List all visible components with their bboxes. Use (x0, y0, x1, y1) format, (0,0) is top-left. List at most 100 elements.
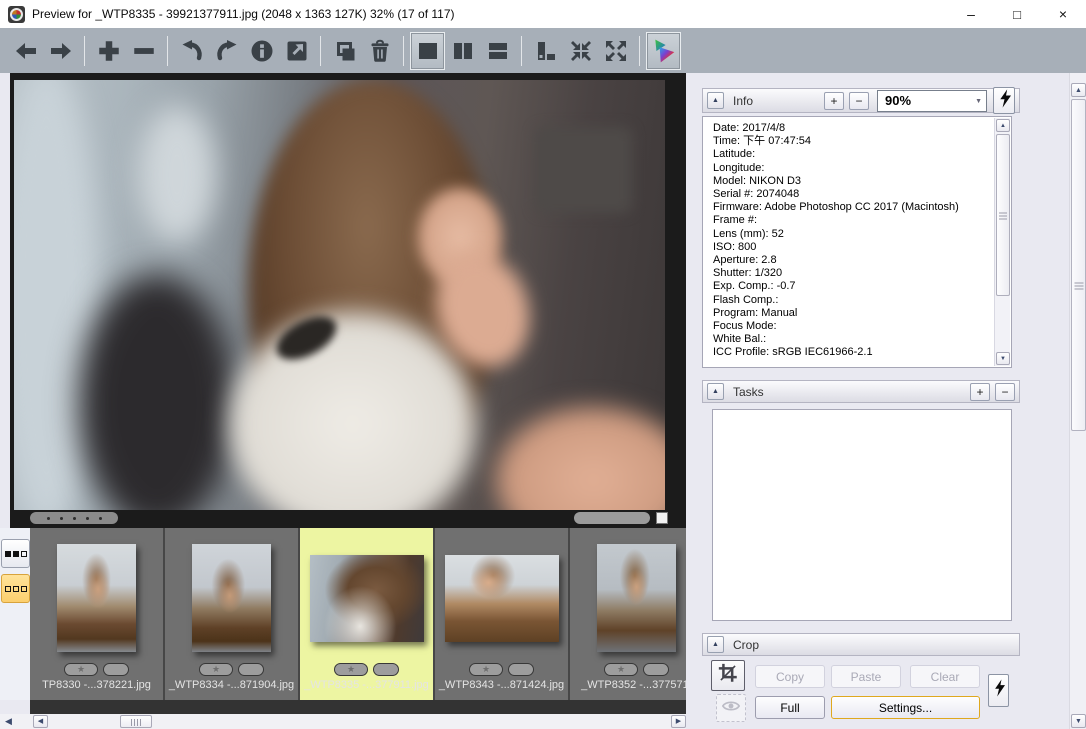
info-line: Longitude: (713, 162, 989, 175)
star-pill[interactable]: ★ (64, 663, 98, 676)
arrow-right-icon (49, 39, 73, 63)
star-pill[interactable]: ★ (334, 663, 368, 676)
crop-panel-title: Crop (733, 638, 759, 652)
crop-full-button[interactable]: Full (755, 696, 825, 719)
filmstrip-mode-outline-button[interactable] (1, 574, 30, 603)
info-button[interactable] (244, 32, 279, 70)
actual-size-button[interactable] (598, 32, 633, 70)
previous-image-button[interactable] (8, 32, 43, 70)
crop-copy-button[interactable]: Copy (755, 665, 825, 688)
scroll-down-button[interactable]: ▼ (996, 352, 1010, 365)
thumbnail-image[interactable] (597, 544, 676, 652)
tasks-add-button[interactable]: + (970, 383, 990, 401)
crop-preview-button[interactable] (716, 694, 746, 722)
thumbnail-image[interactable] (57, 544, 136, 652)
star-pill[interactable]: ★ (469, 663, 503, 676)
thumbnail-image[interactable] (192, 544, 271, 652)
info-remove-button[interactable]: − (849, 92, 869, 110)
star-pill[interactable]: ★ (604, 663, 638, 676)
preview-scroll-thumb[interactable] (574, 512, 650, 524)
info-line: Latitude: (713, 148, 989, 161)
view-single-button[interactable] (410, 32, 445, 70)
blank-pill[interactable] (103, 663, 129, 676)
close-button[interactable]: × (1040, 0, 1086, 28)
collapse-info-button[interactable]: ▲ (707, 92, 724, 109)
zoom-out-button[interactable] (126, 32, 161, 70)
crop-clear-button[interactable]: Clear (910, 665, 980, 688)
tasks-remove-button[interactable]: − (995, 383, 1015, 401)
filmstrip-mode-mixed-button[interactable] (1, 539, 30, 568)
delete-button[interactable] (362, 32, 397, 70)
panel-scrollbar: ▲ ▼ (1069, 73, 1086, 729)
thumb-filename: TP8330 -...378221.jpg (42, 679, 151, 691)
crop-lightning-button[interactable] (988, 674, 1009, 707)
rating-dots[interactable] (30, 512, 118, 524)
filmstrip-thumbnail[interactable]: ★ _WTP8343 -...871424.jpg (435, 528, 568, 700)
filmstrip-thumbnail[interactable]: ★ _WTP8335 -...377911.jpg (300, 528, 433, 700)
lightning-icon (998, 89, 1011, 113)
trash-icon (368, 39, 392, 63)
minimize-button[interactable]: – (948, 0, 994, 28)
blank-pill[interactable] (508, 663, 534, 676)
toolbar-separator (84, 36, 85, 66)
collapse-crop-button[interactable]: ▲ (707, 636, 724, 653)
collapse-left-icon[interactable]: ◀ (5, 716, 12, 727)
view-two-rows-button[interactable] (480, 32, 515, 70)
filmstrip-thumbnail[interactable]: ★ _WTP8352 -...377571. (570, 528, 686, 700)
single-pane-icon (416, 39, 440, 63)
star-icon: ★ (347, 665, 355, 674)
export-button[interactable] (279, 32, 314, 70)
plus-icon (96, 38, 122, 64)
info-scroll-thumb[interactable] (996, 134, 1010, 296)
scroll-up-button[interactable]: ▲ (996, 119, 1010, 132)
info-line: Serial #: 2074048 (713, 188, 989, 201)
toolbar-separator (320, 36, 321, 66)
preview-image[interactable] (14, 80, 665, 510)
thumbnail-tag-pills: ★ (334, 663, 399, 676)
zoom-in-button[interactable] (91, 32, 126, 70)
two-rows-icon (486, 39, 510, 63)
maximize-button[interactable]: □ (994, 0, 1040, 28)
next-image-button[interactable] (43, 32, 78, 70)
toolbar-separator (403, 36, 404, 66)
view-two-up-button[interactable] (445, 32, 480, 70)
layout-position-button[interactable] (528, 32, 563, 70)
filmstrip-scroll-thumb[interactable] (120, 715, 152, 728)
info-lightning-button[interactable] (993, 87, 1015, 114)
thumbnail-tag-pills: ★ (604, 663, 669, 676)
eye-icon (722, 699, 740, 718)
filmstrip-thumbnails: ★ TP8330 -...378221.jpg ★ _WTP8334 -...8… (30, 528, 686, 700)
star-pill[interactable]: ★ (199, 663, 233, 676)
filmstrip-thumbnail[interactable]: ★ _WTP8334 -...871904.jpg (165, 528, 298, 700)
crop-settings-button[interactable]: Settings... (831, 696, 980, 719)
blank-pill[interactable] (373, 663, 399, 676)
info-line: Exp. Comp.: -0.7 (713, 280, 989, 293)
copy-button[interactable] (327, 32, 362, 70)
thumbnail-image[interactable] (445, 555, 559, 642)
arrows-outward-icon (604, 39, 628, 63)
blank-pill[interactable] (643, 663, 669, 676)
scroll-left-button[interactable]: ◀ (33, 715, 48, 728)
scroll-down-button[interactable]: ▼ (1071, 714, 1086, 728)
color-management-button[interactable] (646, 32, 681, 70)
filmstrip-gutter (0, 528, 30, 700)
info-line: Flash Comp.: (713, 294, 989, 307)
rotate-left-button[interactable] (174, 32, 209, 70)
rotate-right-icon (215, 39, 239, 63)
thumbnail-image[interactable] (310, 555, 424, 642)
scroll-right-button[interactable]: ▶ (671, 715, 686, 728)
zoom-level-combobox[interactable]: 90% ▼ (877, 90, 987, 112)
crop-panel-header: ▲ Crop (702, 633, 1020, 656)
panel-scroll-thumb[interactable] (1071, 99, 1086, 431)
collapse-tasks-button[interactable]: ▲ (707, 383, 724, 400)
filmstrip-thumbnail[interactable]: ★ TP8330 -...378221.jpg (30, 528, 163, 700)
crop-paste-button[interactable]: Paste (831, 665, 901, 688)
blank-pill[interactable] (238, 663, 264, 676)
crop-tool-button[interactable] (711, 660, 745, 691)
fit-to-window-button[interactable] (563, 32, 598, 70)
info-scrollbar: ▲ ▼ (994, 118, 1010, 366)
scroll-up-button[interactable]: ▲ (1071, 83, 1086, 97)
preview-corner-box[interactable] (656, 512, 668, 524)
info-add-button[interactable]: + (824, 92, 844, 110)
rotate-right-button[interactable] (209, 32, 244, 70)
